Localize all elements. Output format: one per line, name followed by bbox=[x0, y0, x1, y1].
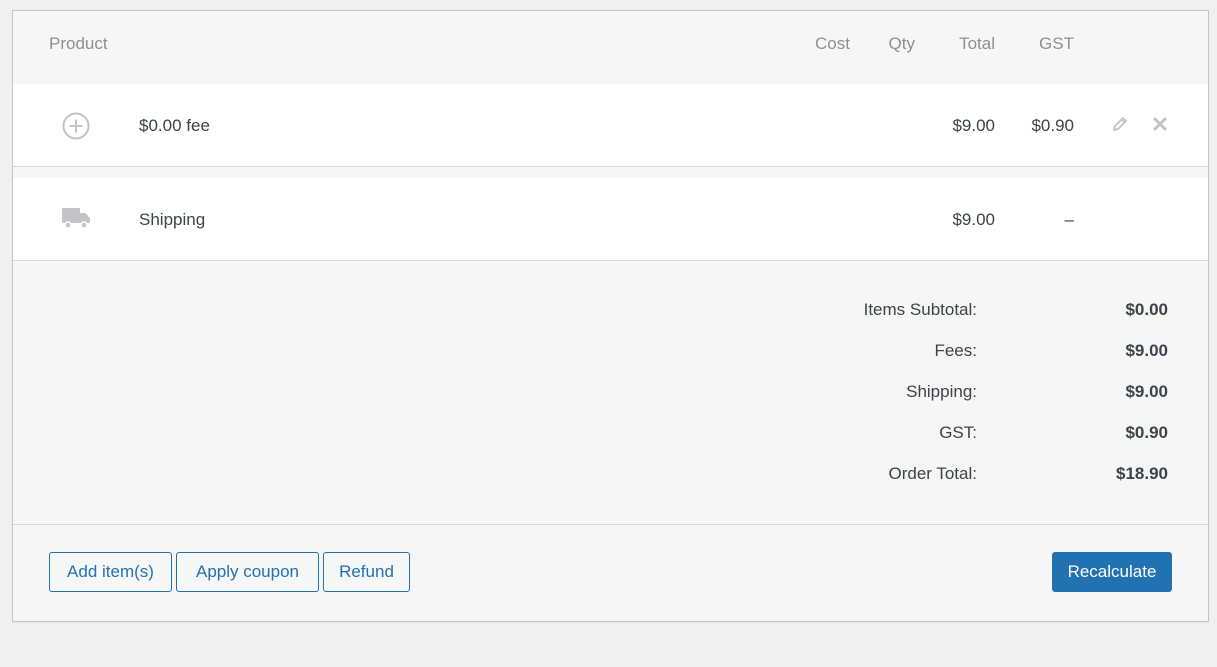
order-total-value: $18.90 bbox=[1116, 464, 1168, 483]
shipping-total: $9.00 bbox=[952, 210, 995, 229]
gst-value: $0.90 bbox=[1125, 423, 1168, 442]
shipping-value: $9.00 bbox=[1125, 382, 1168, 401]
order-total-label: Order Total: bbox=[888, 464, 977, 483]
header-qty: Qty bbox=[888, 34, 915, 53]
order-items-panel: Product Cost Qty Total GST $0.00 fee $9.… bbox=[12, 10, 1209, 622]
header-total: Total bbox=[959, 34, 995, 53]
order-totals: Items Subtotal: $0.00 Fees: $9.00 Shippi… bbox=[13, 261, 1208, 525]
pencil-icon[interactable] bbox=[1111, 115, 1129, 133]
recalculate-button[interactable]: Recalculate bbox=[1052, 552, 1172, 592]
add-items-button[interactable]: Add item(s) bbox=[49, 552, 172, 592]
items-subtotal-label: Items Subtotal: bbox=[863, 300, 977, 319]
header-product: Product bbox=[49, 34, 108, 53]
gst-label: GST: bbox=[939, 423, 977, 442]
shipping-gst: – bbox=[1064, 210, 1074, 229]
header-gst: GST bbox=[1039, 34, 1074, 53]
plus-circle-icon bbox=[62, 112, 90, 140]
fees-value: $9.00 bbox=[1125, 341, 1168, 360]
shipping-row: Shipping $9.00 – bbox=[13, 178, 1208, 261]
shipping-label: Shipping: bbox=[906, 382, 977, 401]
refund-button[interactable]: Refund bbox=[323, 552, 410, 592]
apply-coupon-button[interactable]: Apply coupon bbox=[176, 552, 319, 592]
table-header: Product Cost Qty Total GST bbox=[13, 11, 1208, 84]
fee-name: $0.00 fee bbox=[139, 116, 210, 135]
fee-row: $0.00 fee $9.00 $0.90 bbox=[13, 84, 1208, 167]
close-icon[interactable] bbox=[1152, 116, 1168, 132]
items-subtotal-value: $0.00 bbox=[1125, 300, 1168, 319]
truck-icon bbox=[61, 206, 91, 230]
shipping-name: Shipping bbox=[139, 210, 206, 229]
row-separator bbox=[13, 167, 1208, 178]
fees-label: Fees: bbox=[934, 341, 977, 360]
header-cost: Cost bbox=[815, 34, 850, 53]
fee-total: $9.00 bbox=[952, 116, 995, 135]
fee-gst: $0.90 bbox=[1031, 116, 1074, 135]
